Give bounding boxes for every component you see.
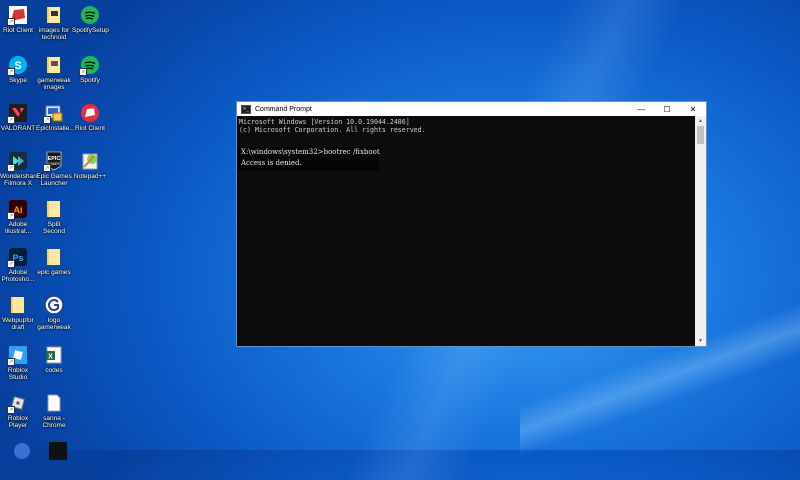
- desktop-icon-skype[interactable]: S ↗ Skype: [0, 54, 36, 84]
- cmd-icon: >_: [241, 104, 251, 114]
- document-icon: [43, 392, 65, 414]
- desktop-icon-filmora[interactable]: ↗ Wondershare Filmora X: [0, 150, 39, 187]
- desktop-icon-riot-client-2[interactable]: Riot Client: [72, 102, 108, 132]
- icon-label: Riot Client: [3, 27, 33, 34]
- desktop-icon-adobe-illustrator[interactable]: Ai ↗ Adobe Illustrat...: [0, 198, 36, 235]
- icon-label: VALORANT: [0, 125, 36, 132]
- icon-label: Epic Games Launcher: [36, 173, 72, 187]
- gamerweak-logo-icon: [43, 294, 65, 316]
- folder-icon: [7, 294, 29, 316]
- excel-icon: X: [43, 344, 65, 366]
- adobe-illustrator-icon: Ai ↗: [7, 198, 29, 220]
- filmora-icon: ↗: [7, 150, 29, 172]
- riot-client-icon: ↗: [7, 4, 29, 26]
- desktop-icon-gamerweak-images[interactable]: gamerweak images: [36, 54, 72, 91]
- icon-label: Roblox Player: [7, 415, 29, 429]
- desktop-icon-spotify-setup[interactable]: SpotifySetup: [72, 4, 109, 34]
- svg-text:S: S: [14, 60, 21, 72]
- notepad-plus-plus-icon: [79, 150, 101, 172]
- scroll-up-arrow-icon[interactable]: ▲: [695, 116, 706, 126]
- roblox-studio-icon: ↗: [7, 344, 29, 366]
- desktop-icon-partial-2[interactable]: [40, 440, 76, 462]
- icon-label: images for technoid: [38, 27, 70, 41]
- desktop-icon-sanna-chrome[interactable]: sanna - Chrome: [36, 392, 72, 429]
- command-prompt-window[interactable]: >_ Command Prompt — ☐ ✕ Microsoft Window…: [236, 101, 707, 347]
- icon-label: Webpupfor draft: [2, 317, 34, 331]
- icon-label: logo gamerweak: [37, 317, 71, 331]
- desktop-icon-adobe-photoshop[interactable]: Ps ↗ Adobe Photosho...: [0, 246, 36, 283]
- desktop-icon-codes[interactable]: X codes: [36, 344, 72, 374]
- icon-label: gamerweak images: [37, 77, 71, 91]
- icon-label: EpicInstalle...: [36, 125, 75, 132]
- folder-icon: [43, 4, 65, 26]
- icon-label: epic games: [37, 269, 71, 276]
- console-line: (c) Microsoft Corporation. All rights re…: [239, 126, 426, 134]
- adobe-photoshop-icon: Ps ↗: [7, 246, 29, 268]
- folder-icon: [43, 246, 65, 268]
- icon-label: Skype: [8, 77, 28, 84]
- riot-client-icon: [79, 102, 101, 124]
- vertical-scrollbar[interactable]: ▲ ▼: [695, 116, 706, 346]
- installer-icon: ↗: [43, 102, 65, 124]
- icon-label: sanna - Chrome: [42, 415, 66, 429]
- console-line: Microsoft Windows [Version 10.0.19044.24…: [239, 118, 410, 126]
- icon-label: Wondershare Filmora X: [0, 173, 39, 187]
- desktop-icon-valorant[interactable]: ↗ VALORANT: [0, 102, 36, 132]
- desktop-icon-epic-games[interactable]: EPIC GAMES ↗ Epic Games Launcher: [36, 150, 72, 187]
- folder-icon: [43, 54, 65, 76]
- desktop-icon-notepad-plus-plus[interactable]: Notepad++: [72, 150, 108, 180]
- folder-icon: [43, 198, 65, 220]
- desktop-icon-webpup-draft[interactable]: Webpupfor draft: [0, 294, 36, 331]
- desktop-icon-riot-client[interactable]: ↗ Riot Client: [0, 4, 36, 34]
- desktop-icon-epic-installer[interactable]: ↗ EpicInstalle...: [36, 102, 75, 132]
- minimize-button[interactable]: —: [628, 102, 654, 116]
- icon-label: Riot Client: [75, 125, 105, 132]
- desktop-icon-partial[interactable]: [4, 440, 40, 462]
- icon-label: Adobe Illustrat...: [4, 221, 32, 235]
- spotify-setup-icon: [79, 4, 101, 26]
- overlay-command: X:\windows\system32>bootrec /fixboot: [241, 148, 380, 156]
- skype-icon: S ↗: [7, 54, 29, 76]
- icon-label: SpotifySetup: [72, 27, 109, 34]
- desktop-icons: ↗ Riot Client images for technoid Spotif…: [0, 0, 120, 460]
- roblox-player-icon: ↗: [7, 392, 29, 414]
- title-bar[interactable]: >_ Command Prompt — ☐ ✕: [237, 102, 706, 116]
- close-button[interactable]: ✕: [680, 102, 706, 116]
- icon-label: codes: [45, 367, 63, 374]
- window-title: Command Prompt: [255, 105, 312, 113]
- scroll-down-arrow-icon[interactable]: ▼: [695, 336, 706, 346]
- desktop-icon-roblox-studio[interactable]: ↗ Roblox Studio: [0, 344, 36, 381]
- scrollbar-thumb[interactable]: [697, 126, 704, 144]
- valorant-icon: ↗: [7, 102, 29, 124]
- desktop-icon-epic-games-folder[interactable]: epic games: [36, 246, 72, 276]
- spotify-icon: ↗: [79, 54, 101, 76]
- icon-label: Spotify: [80, 77, 100, 84]
- desktop-icon-logo-gamerweak[interactable]: logo gamerweak: [36, 294, 72, 331]
- command-overlay: X:\windows\system32>bootrec /fixboot Acc…: [238, 147, 380, 171]
- icon-label: Split Second: [42, 221, 66, 235]
- icon-label: Adobe Photosho...: [1, 269, 35, 283]
- desktop-icon-split-second[interactable]: Split Second: [36, 198, 72, 235]
- app-icon: [47, 440, 69, 462]
- desktop-icon-spotify[interactable]: ↗ Spotify: [72, 54, 108, 84]
- epic-games-icon: EPIC GAMES ↗: [43, 150, 65, 172]
- maximize-button[interactable]: ☐: [654, 102, 680, 116]
- desktop-icon-roblox-player[interactable]: ↗ Roblox Player: [0, 392, 36, 429]
- svg-text:X: X: [48, 354, 53, 361]
- icon-label: Notepad++: [73, 173, 107, 180]
- desktop-icon-images-folder[interactable]: images for technoid: [36, 4, 72, 41]
- app-icon: [11, 440, 33, 462]
- icon-label: Roblox Studio: [7, 367, 29, 381]
- overlay-result: Access is denied.: [241, 159, 302, 167]
